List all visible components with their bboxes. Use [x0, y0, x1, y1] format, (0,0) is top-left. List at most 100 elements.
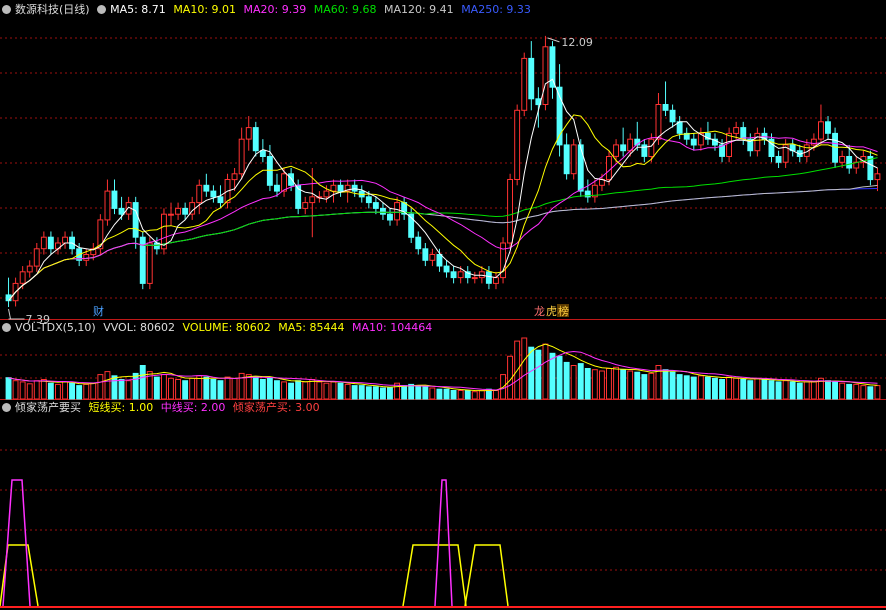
mid-buy-signal [2, 479, 31, 607]
volume-menu-icon[interactable] [2, 323, 11, 332]
volume-bar [12, 380, 19, 400]
volume-bar [782, 380, 789, 400]
candle-body [146, 242, 153, 284]
candle-body [337, 184, 344, 192]
volume-bar [704, 376, 711, 400]
volume-bar [775, 381, 782, 400]
ma20-value: MA20: 9.39 [243, 3, 307, 16]
short-buy-signal [402, 544, 467, 607]
candle-body [118, 207, 125, 215]
candle-body [281, 173, 288, 192]
volume-bar [620, 369, 627, 400]
candle-body [648, 138, 655, 157]
ma-menu-icon[interactable] [97, 5, 107, 14]
candle-body [669, 109, 676, 123]
volume-bar [761, 379, 768, 400]
volume-bar [796, 382, 803, 400]
volume-bar [464, 390, 471, 400]
candle-body [493, 277, 499, 284]
volume-bar [316, 381, 323, 400]
candle-body [733, 127, 740, 134]
volume-bar [274, 380, 280, 400]
candle-body [288, 173, 295, 186]
volume-bar [401, 385, 408, 400]
ma10-value: MA10: 9.01 [173, 3, 237, 16]
panel-menu-icon[interactable] [2, 5, 11, 14]
volume-bar [662, 369, 669, 400]
volume-bar [408, 383, 415, 400]
candle-body [47, 236, 54, 250]
volume-title: VOL-TDX(5,10) [15, 321, 96, 334]
volume-bar [111, 375, 118, 400]
volume-bar [76, 385, 83, 400]
candle-body [132, 202, 139, 238]
candle-body [19, 271, 26, 284]
candle-body [690, 138, 697, 146]
event-tag-dragon[interactable]: 龙 [534, 305, 545, 318]
volume-bar [69, 382, 75, 400]
volume-bar [563, 361, 570, 400]
candle-body [111, 190, 118, 209]
volume-bar [627, 370, 634, 400]
volume-bar [40, 379, 47, 400]
ma250-value: MA250: 9.33 [461, 3, 531, 16]
vol-ma10-value: MA10: 104464 [352, 321, 433, 334]
candle-body [775, 156, 782, 163]
candle-body [231, 173, 238, 181]
candle-body [577, 144, 584, 192]
candle-body [436, 254, 443, 267]
volume-bar [132, 372, 139, 400]
volume-bar [252, 376, 259, 400]
volume-bar [754, 377, 761, 400]
candle-body [662, 104, 669, 111]
candle-body [40, 236, 47, 250]
high-marker-arrow [547, 37, 560, 43]
ma60-value: MA60: 9.68 [313, 3, 377, 16]
candle-body [83, 254, 90, 261]
candle-body [196, 184, 203, 204]
volume-bar [570, 365, 577, 400]
candle-body [839, 156, 846, 163]
volume-bar [281, 381, 288, 400]
volume-bar [47, 382, 54, 400]
event-tag-list[interactable]: 榜 [558, 304, 569, 318]
ma10-line [8, 114, 878, 302]
candle-body [874, 173, 881, 181]
candle-body [514, 109, 521, 180]
candle-body [606, 156, 612, 181]
candle-body [443, 265, 450, 273]
candle-body [620, 144, 627, 152]
candle-body [104, 190, 111, 221]
volume-bar [683, 375, 690, 400]
volume-bar [606, 368, 612, 400]
candle-body [570, 144, 577, 175]
candle-body [217, 196, 224, 204]
candle-body [62, 236, 68, 244]
indicator-menu-icon[interactable] [2, 403, 11, 412]
event-tag-finance[interactable]: 财 [93, 304, 104, 318]
candle-body [832, 132, 838, 163]
candle-body [266, 156, 273, 186]
volume-bar [429, 387, 436, 400]
volume-bar [118, 379, 125, 400]
candle-body [259, 150, 266, 157]
event-tag-tiger[interactable]: 虎 [546, 305, 557, 318]
candle-body [485, 271, 492, 284]
volume-bar [747, 380, 754, 400]
candle-body [245, 127, 252, 140]
volume-bar [443, 388, 450, 400]
indicator-panel-header: 倾家荡产要买 短线买: 1.00 中线买: 2.00 倾家荡产买: 3.00 [2, 400, 324, 416]
volume-bar [288, 382, 295, 400]
volume-bar [789, 381, 796, 400]
volume-bar [591, 369, 598, 400]
candle-body [380, 207, 386, 215]
volume-bar [535, 349, 542, 400]
candle-body [26, 265, 33, 273]
stock-title: 数源科技(日线) [15, 3, 90, 16]
volume-bar [90, 382, 97, 400]
candle-body [351, 184, 358, 192]
volume-bar [634, 371, 641, 400]
volume-bar [97, 374, 104, 400]
volume-bar [203, 376, 210, 400]
candle-body [563, 144, 570, 175]
